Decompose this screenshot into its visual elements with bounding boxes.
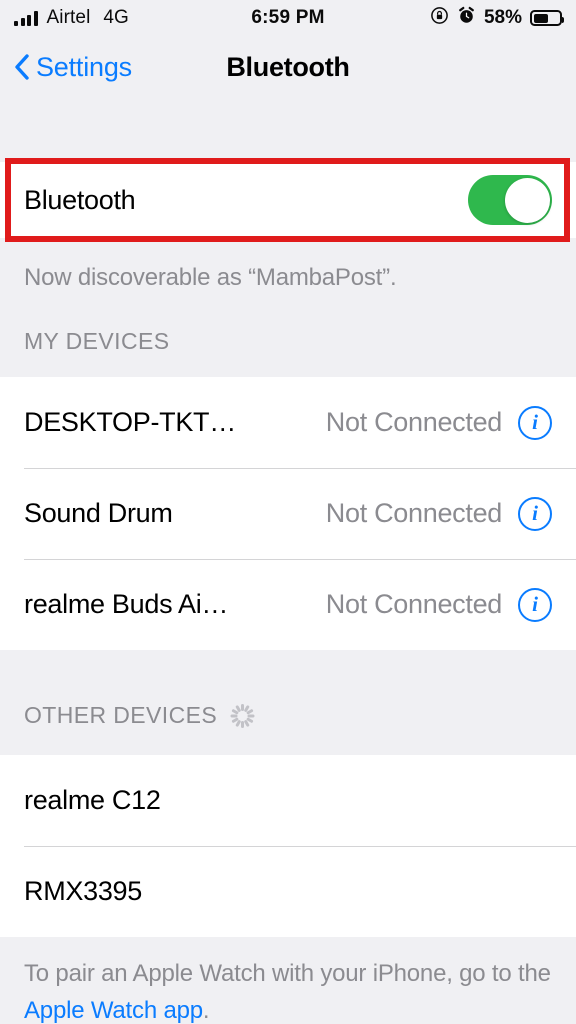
activity-spinner-icon [229,703,255,729]
table-row[interactable]: Sound Drum Not Connected i [0,468,576,559]
back-button-label: Settings [36,51,132,82]
list-item[interactable]: RMX3395 [0,846,576,937]
apple-watch-footer: To pair an Apple Watch with your iPhone,… [0,937,576,1024]
info-icon[interactable]: i [518,405,552,440]
info-icon[interactable]: i [518,496,552,531]
network-type-label: 4G [103,7,129,28]
other-devices-header-label: OTHER DEVICES [24,702,218,728]
table-row[interactable]: realme Buds Ai… Not Connected i [0,559,576,650]
device-status: Not Connected [325,407,503,437]
info-icon[interactable]: i [518,587,552,622]
my-devices-header-label: MY DEVICES [24,328,170,354]
device-name: realme C12 [24,785,161,815]
rotation-lock-icon [430,6,449,30]
other-devices-list: realme C12 RMX3395 [0,755,576,937]
spacer-below-other-devices-header [0,729,576,755]
spacer-above-other-devices [0,650,576,702]
device-status: Not Connected [325,589,503,619]
bluetooth-label: Bluetooth [24,184,136,215]
battery-percent-label: 58% [483,7,522,28]
other-devices-section-header: OTHER DEVICES [0,702,576,729]
footer-text-before: To pair an Apple Watch with your iPhone,… [24,960,551,987]
device-name: realme Buds Ai… [24,589,229,619]
status-bar-left: Airtel 4G [14,7,129,29]
bluetooth-toggle-switch[interactable] [468,175,552,225]
my-devices-section-header: MY DEVICES [0,328,576,355]
device-status: Not Connected [325,498,503,528]
back-button-settings[interactable]: Settings [14,52,132,83]
spacer-below-my-devices-header [0,355,576,377]
bluetooth-toggle-row[interactable]: Bluetooth [0,162,576,238]
battery-icon [530,10,564,26]
device-name: Sound Drum [24,498,173,528]
bluetooth-settings-screen: Airtel 4G 6:59 PM 58% Settings Bluetooth… [0,0,576,1024]
apple-watch-app-link[interactable]: Apple Watch app [24,997,203,1024]
device-name: DESKTOP-TKT… [24,407,236,437]
discoverable-caption: Now discoverable as “MambaPost”. [0,244,576,292]
toggle-knob [504,177,550,223]
signal-bars-icon [14,10,38,26]
status-bar-right: 58% [430,6,564,30]
footer-text-after: . [202,997,210,1024]
list-item[interactable]: realme C12 [0,755,576,846]
status-bar: Airtel 4G 6:59 PM 58% [0,0,576,36]
chevron-left-icon [14,54,30,80]
table-row[interactable]: DESKTOP-TKT… Not Connected i [0,377,576,468]
spacer-above-my-devices [0,292,576,328]
my-devices-list: DESKTOP-TKT… Not Connected i Sound Drum … [0,377,576,650]
carrier-label: Airtel [46,7,91,28]
device-name: RMX3395 [24,876,142,906]
alarm-clock-icon [457,6,476,30]
bluetooth-toggle-section: Bluetooth [0,156,576,244]
spacer-above-bluetooth [0,98,576,156]
navigation-bar: Settings Bluetooth [0,36,576,98]
